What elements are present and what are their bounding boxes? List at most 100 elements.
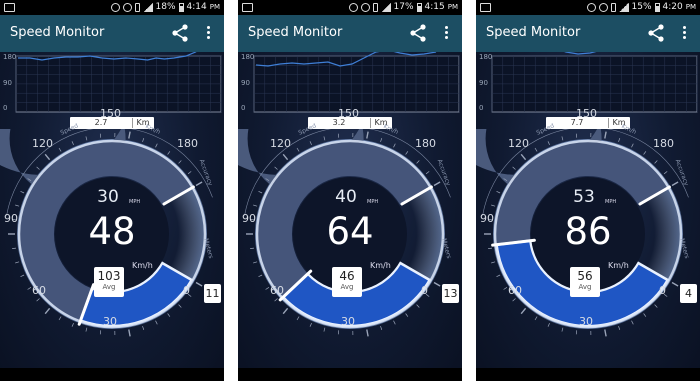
gauge-tick [393, 320, 396, 325]
graph-y-label: 180 [241, 53, 255, 61]
gauge-tick [393, 143, 396, 148]
scale-label: 30 [579, 315, 593, 328]
average-speed-box: 103 Avg [94, 267, 124, 297]
gauge-tick [618, 325, 621, 331]
more-options-icon[interactable] [680, 24, 688, 42]
kmh-unit: Km/h [608, 261, 629, 270]
gauge-tick [58, 147, 62, 152]
gauge-tick [416, 304, 420, 308]
alarm-icon [122, 3, 132, 12]
gauge-tick [187, 171, 192, 175]
graph-y-label: 180 [479, 53, 493, 61]
scale-label: 150 [100, 107, 121, 120]
mph-unit: MPH [129, 199, 141, 205]
gauge-tick [380, 325, 383, 331]
accuracy-box: 13 [442, 284, 459, 303]
scale-label: 60 [32, 284, 46, 297]
graph-y-label: 90 [3, 79, 12, 87]
gauge-tick [671, 281, 679, 287]
notification-icon [480, 3, 494, 12]
gauge-tick [488, 247, 493, 249]
gauge-tick [36, 298, 40, 302]
average-speed-label: Avg [340, 283, 354, 291]
gauge-tick [604, 329, 607, 337]
nav-bar [476, 368, 700, 381]
clock-ampm: PM [447, 3, 458, 11]
mph-unit: MPH [367, 199, 379, 205]
gauge-tick [433, 181, 441, 187]
app-bar: Speed Monitor [238, 15, 462, 52]
gauge-tick [15, 261, 20, 264]
gauge-tick [44, 307, 51, 315]
gauge-tick [534, 147, 538, 152]
main-content: 180 90 0 7.7 Km 150 120 180 90 60 0 30 S… [476, 52, 700, 381]
scale-label: 90 [242, 212, 256, 225]
gauge-tick [663, 171, 668, 175]
share-icon[interactable] [170, 23, 190, 43]
scale-label: 60 [508, 284, 522, 297]
signal-icon [618, 3, 629, 12]
usb-icon [134, 3, 140, 12]
graph-y-label: 0 [479, 104, 484, 112]
battery-percent: 15% [631, 2, 652, 12]
gauge-tick [128, 131, 131, 139]
gauge-tick [20, 274, 25, 278]
gauge-tick [654, 160, 658, 164]
scale-label: 120 [270, 137, 291, 150]
status-bar: 15% 4:20 PM [476, 0, 700, 15]
speedometer-gauge: 150 120 180 90 60 0 30 Speed Km/h Accuracy Met… [238, 107, 462, 361]
signal-icon [380, 3, 391, 12]
battery-icon [654, 3, 660, 12]
gauge-tick [155, 320, 158, 325]
gauge-tick [643, 313, 647, 317]
sync-icon [348, 3, 358, 12]
gauge-tick [27, 287, 32, 290]
gauge-tick [366, 329, 369, 337]
gauge-tick [296, 316, 300, 321]
scale-label: 0 [183, 284, 190, 297]
phone-screen-3: 15% 4:20 PM Speed Monitor 180 90 0 7.7 K… [476, 0, 700, 381]
gauge-tick [44, 153, 51, 161]
battery-percent: 18% [155, 2, 176, 12]
gauge-tick [491, 204, 496, 207]
gauge-tick [425, 171, 430, 175]
gauge-tick [643, 151, 647, 155]
sync-icon [586, 3, 596, 12]
graph-y-label: 90 [479, 79, 488, 87]
scale-label: 90 [480, 212, 494, 225]
clock-time: 4:14 [186, 2, 207, 12]
share-icon[interactable] [408, 23, 428, 43]
gauge-tick [195, 281, 203, 287]
clock-ampm: PM [685, 3, 696, 11]
scale-label: 180 [653, 137, 674, 150]
battery-percent: 17% [393, 2, 414, 12]
gauge-tick [142, 137, 145, 143]
average-speed-value: 56 [577, 269, 593, 283]
speed-history-graph: 180 90 0 [238, 52, 462, 114]
app-title: Speed Monitor [248, 25, 343, 40]
gauge-tick [15, 204, 20, 207]
gauge-tick [167, 151, 171, 155]
alarm-icon [360, 3, 370, 12]
gauge-tick [520, 153, 527, 161]
gauge-tick [405, 151, 409, 155]
scale-label: 150 [576, 107, 597, 120]
more-options-icon[interactable] [442, 24, 450, 42]
speed-kmh: 86 [564, 210, 612, 253]
gauge-tick [433, 281, 441, 287]
average-speed-label: Avg [578, 283, 592, 291]
gauge-tick [58, 316, 62, 321]
more-options-icon[interactable] [204, 24, 212, 42]
gauge-tick [71, 141, 74, 146]
gauge-tick [366, 131, 369, 139]
scale-label: 150 [338, 107, 359, 120]
gauge-tick [274, 298, 278, 302]
speedometer-gauge: 150 120 180 90 60 0 30 Speed Km/h Accuracy Met… [0, 107, 224, 361]
accuracy-box: 11 [204, 284, 221, 303]
scale-label: 60 [270, 284, 284, 297]
signal-icon [142, 3, 153, 12]
usb-icon [372, 3, 378, 12]
phone-screen-2: 17% 4:15 PM Speed Monitor 180 90 0 3.2 K… [238, 0, 462, 381]
gauge-tick [178, 304, 182, 308]
share-icon[interactable] [646, 23, 666, 43]
